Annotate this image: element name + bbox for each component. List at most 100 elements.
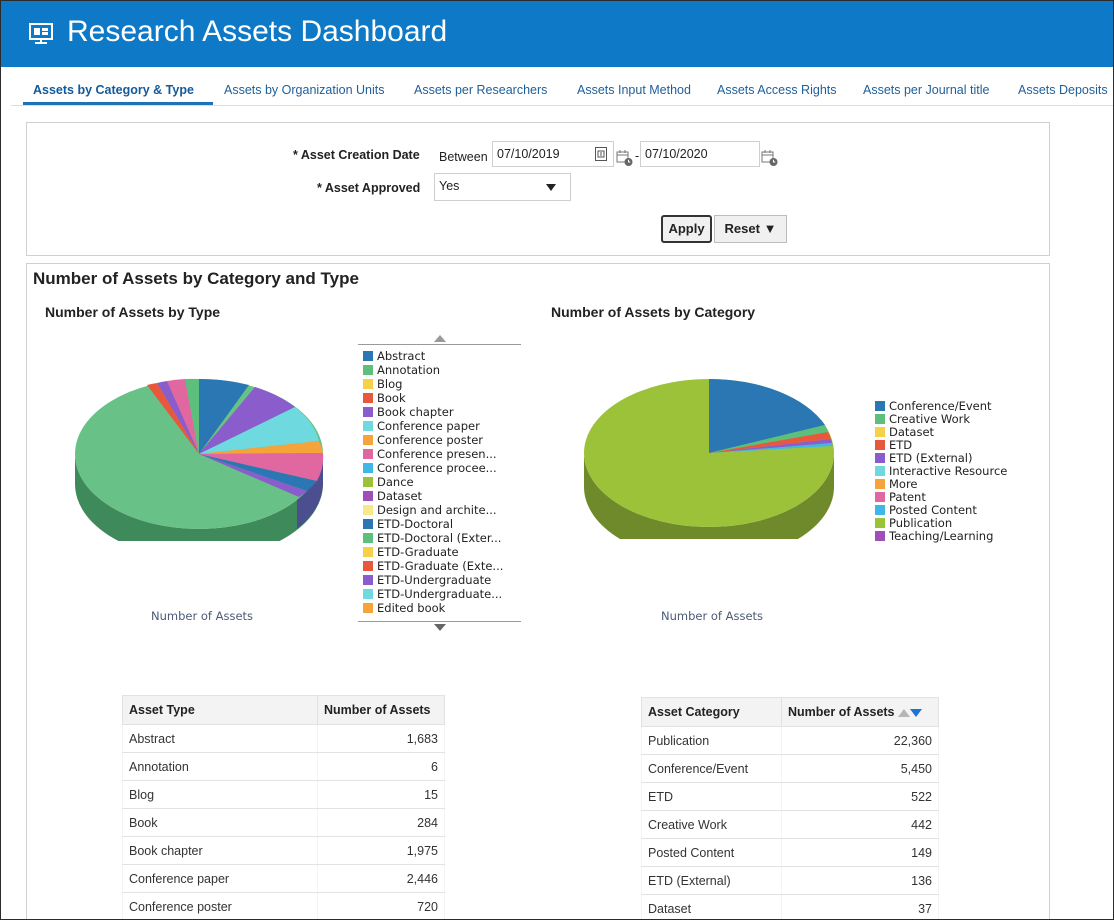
tab-assets-deposits[interactable]: Assets Deposits: [1018, 83, 1108, 97]
legend-item[interactable]: Dataset: [875, 425, 934, 439]
calendar-icon[interactable]: [616, 149, 634, 167]
category-pie-chart: [584, 378, 834, 539]
apply-button[interactable]: Apply: [661, 215, 712, 243]
legend-item[interactable]: ETD-Undergraduate...: [363, 587, 502, 601]
legend-swatch: [875, 517, 885, 528]
legend-top-rule: [358, 344, 521, 345]
legend-item[interactable]: ETD-Doctoral (Exter...: [363, 531, 501, 545]
cell-asset-category: Publication: [641, 726, 782, 755]
tab-bar: Assets by Category & Type Assets by Orga…: [1, 71, 1113, 101]
legend-swatch: [363, 476, 373, 487]
app-header: Research Assets Dashboard: [1, 1, 1113, 67]
legend-swatch: [875, 465, 885, 476]
tab-assets-by-category-type[interactable]: Assets by Category & Type: [33, 83, 194, 97]
legend-label: Creative Work: [889, 412, 970, 426]
cell-asset-category: Conference/Event: [641, 754, 782, 783]
column-header-asset-category[interactable]: Asset Category: [641, 697, 782, 727]
legend-item[interactable]: More: [875, 477, 918, 491]
table-row: Conference paper 2,446: [122, 864, 445, 893]
legend-item[interactable]: Annotation: [363, 363, 440, 377]
legend-item[interactable]: Dance: [363, 475, 414, 489]
legend-label: Book chapter: [377, 405, 454, 419]
tab-assets-access-rights[interactable]: Assets Access Rights: [717, 83, 837, 97]
between-label: Between: [439, 150, 488, 164]
legend-swatch: [363, 448, 373, 459]
legend-swatch: [363, 406, 373, 417]
legend-item[interactable]: Publication: [875, 516, 952, 530]
calendar-icon[interactable]: [761, 149, 779, 167]
tab-assets-by-organization-units[interactable]: Assets by Organization Units: [224, 83, 385, 97]
date-to-field[interactable]: 07/10/2020: [640, 141, 760, 167]
legend-item[interactable]: Conference/Event: [875, 399, 992, 413]
legend-label: ETD-Doctoral: [377, 517, 454, 531]
calendar-edit-icon[interactable]: [595, 147, 607, 161]
scroll-up-icon[interactable]: [434, 335, 446, 342]
reset-button[interactable]: Reset ▼: [714, 215, 787, 243]
cell-number-of-assets: 442: [781, 810, 939, 839]
cell-asset-category: Posted Content: [641, 838, 782, 867]
category-chart-xlabel: Number of Assets: [661, 609, 764, 623]
legend-item[interactable]: ETD-Graduate (Exte...: [363, 559, 503, 573]
legend-item[interactable]: ETD-Undergraduate: [363, 573, 491, 587]
cell-asset-type: Conference paper: [122, 864, 318, 893]
cell-number-of-assets: 5,450: [781, 754, 939, 783]
legend-item[interactable]: Conference poster: [363, 433, 483, 447]
legend-swatch: [363, 588, 373, 599]
cell-asset-type: Book: [122, 808, 318, 837]
cell-number-of-assets: 1,683: [317, 724, 445, 753]
legend-item[interactable]: Abstract: [363, 349, 425, 363]
legend-item[interactable]: Patent: [875, 490, 926, 504]
legend-item[interactable]: Conference presen...: [363, 447, 497, 461]
legend-swatch: [363, 560, 373, 571]
legend-item[interactable]: Dataset: [363, 489, 422, 503]
type-pie-chart: [75, 378, 324, 541]
legend-label: Dataset: [889, 425, 935, 439]
column-header-number-of-assets[interactable]: Number of Assets: [781, 697, 939, 727]
legend-label: Abstract: [377, 349, 426, 363]
date-to-value: 07/10/2020: [645, 147, 708, 161]
page-title: Research Assets Dashboard: [67, 15, 448, 48]
legend-item[interactable]: Posted Content: [875, 503, 977, 517]
legend-item[interactable]: Edited book: [363, 601, 445, 615]
legend-item[interactable]: Design and archite...: [363, 503, 497, 517]
approved-select[interactable]: Yes: [434, 173, 571, 201]
cell-number-of-assets: 37: [781, 894, 939, 919]
cell-number-of-assets: 15: [317, 780, 445, 809]
legend-item[interactable]: ETD-Doctoral: [363, 517, 453, 531]
legend-item[interactable]: Conference procee...: [363, 461, 497, 475]
sort-ascending-icon[interactable]: [898, 708, 910, 717]
legend-swatch: [875, 426, 885, 437]
cell-asset-category: ETD (External): [641, 866, 782, 895]
table-row: Book 284: [122, 808, 445, 837]
legend-item[interactable]: Creative Work: [875, 412, 970, 426]
legend-swatch: [875, 452, 885, 463]
legend-item[interactable]: ETD-Graduate: [363, 545, 459, 559]
tab-assets-per-journal-title[interactable]: Assets per Journal title: [863, 83, 989, 97]
dashboard-icon: [29, 23, 53, 44]
column-header-number-of-assets[interactable]: Number of Assets: [317, 695, 445, 725]
legend-item[interactable]: Blog: [363, 377, 402, 391]
dropdown-arrow-icon: [546, 184, 556, 191]
legend-swatch: [363, 392, 373, 403]
scroll-down-icon[interactable]: [434, 624, 446, 631]
legend-item[interactable]: Book chapter: [363, 405, 454, 419]
tab-assets-input-method[interactable]: Assets Input Method: [577, 83, 691, 97]
legend-item[interactable]: Interactive Resource: [875, 464, 1007, 478]
sort-descending-icon[interactable]: [910, 708, 922, 717]
legend-item[interactable]: ETD (External): [875, 451, 973, 465]
legend-label: Edited book: [377, 601, 446, 615]
legend-label: ETD: [889, 438, 913, 452]
date-from-field[interactable]: 07/10/2019: [492, 141, 614, 167]
creation-date-label: * Asset Creation Date: [293, 148, 420, 162]
legend-swatch: [363, 490, 373, 501]
table-row: Book chapter 1,975: [122, 836, 445, 865]
tab-assets-per-researchers[interactable]: Assets per Researchers: [414, 83, 547, 97]
legend-item[interactable]: Conference paper: [363, 419, 480, 433]
legend-item[interactable]: Teaching/Learning: [875, 529, 993, 543]
legend-item[interactable]: Book: [363, 391, 406, 405]
legend-item[interactable]: ETD: [875, 438, 912, 452]
legend-swatch: [363, 434, 373, 445]
table-row: Abstract 1,683: [122, 724, 445, 753]
legend-swatch: [875, 439, 885, 450]
column-header-asset-type[interactable]: Asset Type: [122, 695, 318, 725]
